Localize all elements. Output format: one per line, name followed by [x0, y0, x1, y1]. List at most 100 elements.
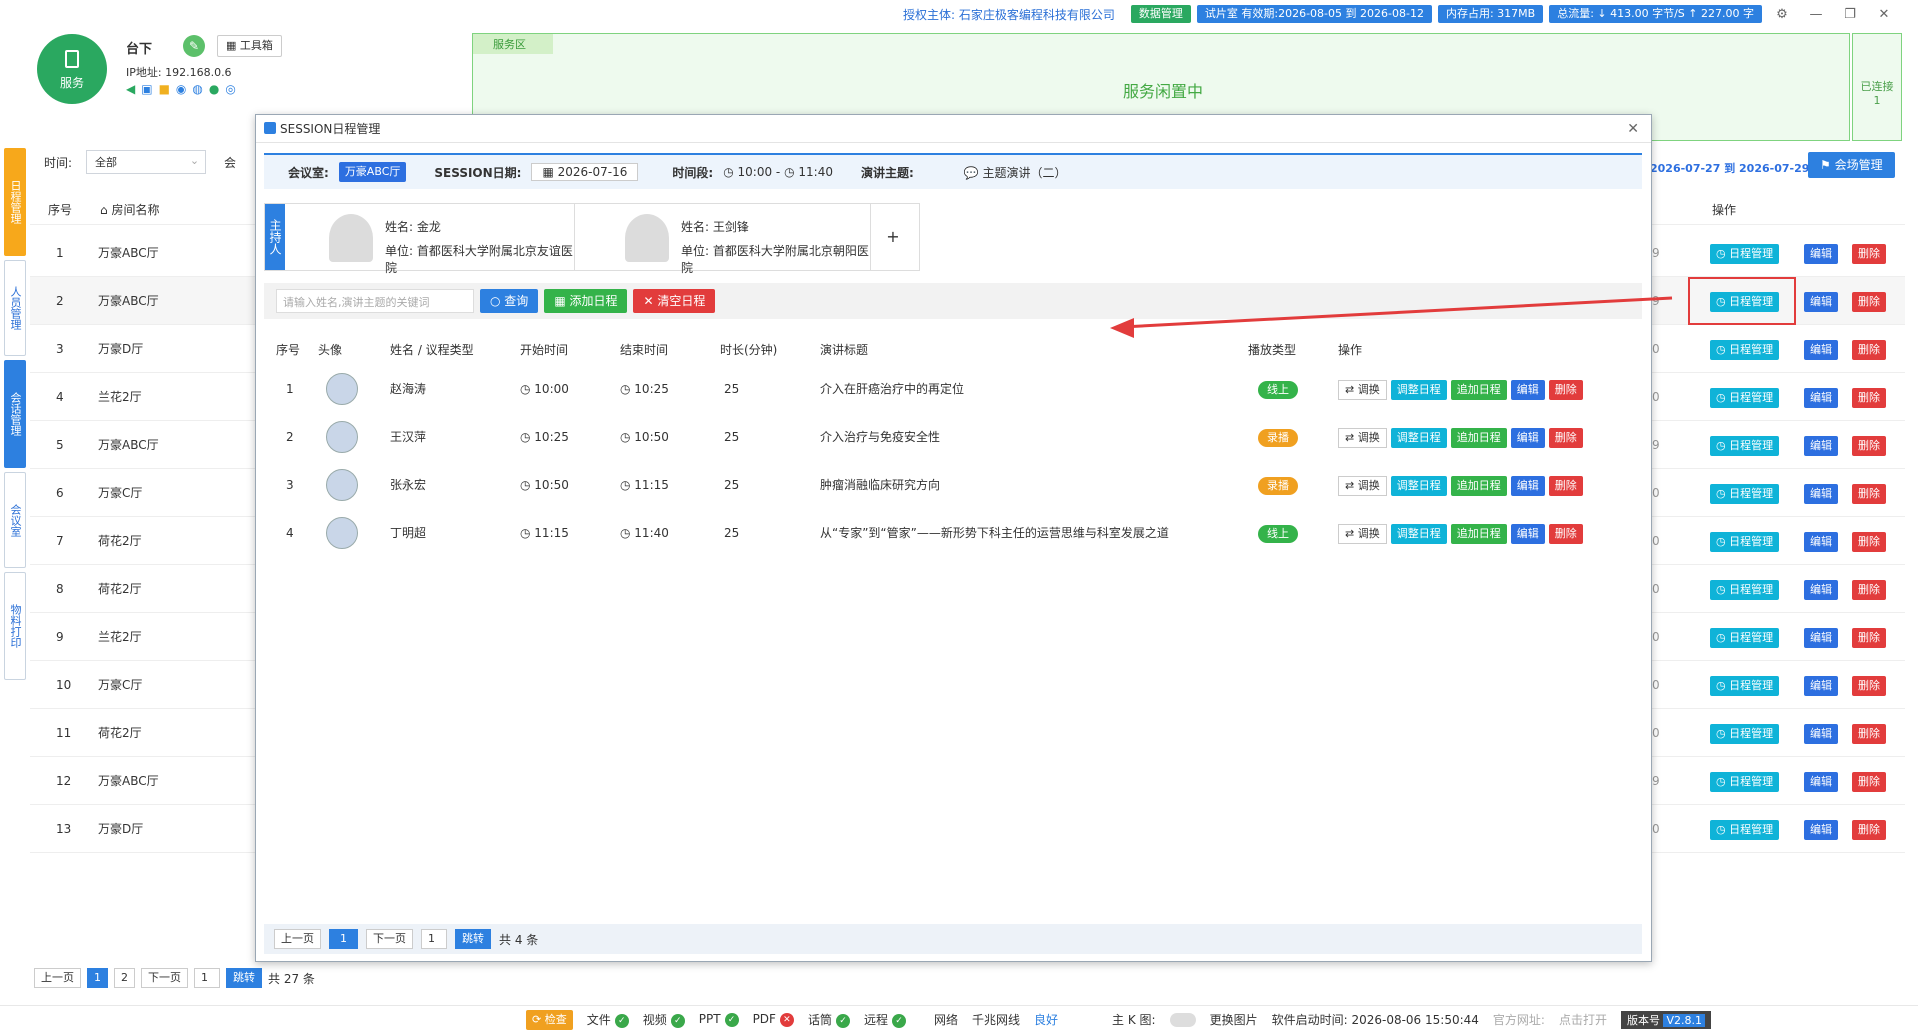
- edit-button[interactable]: 编辑: [1804, 580, 1838, 600]
- swap-button[interactable]: ⇄ 调换: [1338, 475, 1387, 496]
- minimize-icon[interactable]: —: [1802, 7, 1830, 22]
- edit-button[interactable]: 编辑: [1510, 523, 1545, 544]
- delete-button[interactable]: 删除: [1852, 628, 1886, 648]
- edit-button[interactable]: 编辑: [1510, 379, 1545, 400]
- settings-icon[interactable]: ⚙: [1768, 7, 1796, 22]
- delete-button[interactable]: 删除: [1852, 676, 1886, 696]
- speaker-icon[interactable]: ◀: [126, 82, 135, 96]
- adjust-schedule-button[interactable]: 调整日程: [1390, 379, 1447, 400]
- delete-button[interactable]: 删除: [1852, 436, 1886, 456]
- edit-button[interactable]: 编辑: [1510, 427, 1545, 448]
- nav-room[interactable]: 会议室: [4, 472, 26, 568]
- adjust-schedule-button[interactable]: 调整日程: [1390, 523, 1447, 544]
- schedule-mgmt-button[interactable]: ◷ 日程管理: [1710, 388, 1780, 408]
- edit-button[interactable]: 编辑: [1804, 820, 1838, 840]
- table-row[interactable]: 2 王汉萍 ◷ 10:25 ◷ 10:50 25 介入治疗与免疫安全性 录播 ⇄ 调换 调整日程…: [264, 413, 1642, 461]
- adjust-schedule-button[interactable]: 调整日程: [1390, 427, 1447, 448]
- page-2-button[interactable]: 2: [114, 968, 135, 988]
- schedule-mgmt-button[interactable]: ◷ 日程管理: [1710, 724, 1780, 744]
- monitor-icon[interactable]: ▣: [141, 82, 152, 96]
- time-select[interactable]: 全部 ⌄: [86, 150, 207, 174]
- append-schedule-button[interactable]: 追加日程: [1450, 523, 1507, 544]
- host-card[interactable]: 姓名: 王剑锋 单位: 首都医科大学附属北京朝阳医院: [581, 204, 871, 275]
- edit-button[interactable]: 编辑: [1804, 244, 1838, 264]
- delete-button[interactable]: 删除: [1548, 427, 1583, 448]
- append-schedule-button[interactable]: 追加日程: [1450, 379, 1507, 400]
- edit-button[interactable]: 编辑: [1804, 628, 1838, 648]
- schedule-mgmt-button[interactable]: ◷ 日程管理: [1710, 820, 1780, 840]
- delete-button[interactable]: 删除: [1852, 820, 1886, 840]
- nav-people[interactable]: 人员管理: [4, 260, 26, 356]
- edit-button[interactable]: 编辑: [1804, 772, 1838, 792]
- page-1-button[interactable]: 1: [329, 929, 358, 949]
- delete-button[interactable]: 删除: [1548, 523, 1583, 544]
- adjust-schedule-button[interactable]: 调整日程: [1390, 475, 1447, 496]
- delete-button[interactable]: 删除: [1548, 379, 1583, 400]
- delete-button[interactable]: 删除: [1852, 484, 1886, 504]
- network-icon[interactable]: ◉: [176, 82, 186, 96]
- check-button[interactable]: ⟳ 检查: [526, 1009, 573, 1030]
- append-schedule-button[interactable]: 追加日程: [1450, 427, 1507, 448]
- append-schedule-button[interactable]: 追加日程: [1450, 475, 1507, 496]
- prev-page-button[interactable]: 上一页: [34, 968, 81, 988]
- add-host-button[interactable]: +: [877, 204, 909, 270]
- page-1-button[interactable]: 1: [87, 968, 108, 988]
- schedule-mgmt-button[interactable]: ◷ 日程管理: [1710, 436, 1780, 456]
- date-picker[interactable]: ▦ 2026-07-16: [531, 163, 639, 181]
- delete-button[interactable]: 删除: [1852, 580, 1886, 600]
- restore-icon[interactable]: ❐: [1836, 7, 1864, 22]
- edit-button[interactable]: 编辑: [1804, 388, 1838, 408]
- edit-icon[interactable]: ✎: [183, 35, 205, 57]
- query-button[interactable]: ○ 查询: [480, 289, 539, 313]
- add-schedule-button[interactable]: ▦ 添加日程: [544, 289, 628, 313]
- delete-button[interactable]: 删除: [1852, 532, 1886, 552]
- delete-button[interactable]: 删除: [1852, 244, 1886, 264]
- dialog-close-icon[interactable]: ✕: [1627, 115, 1639, 143]
- edit-button[interactable]: 编辑: [1804, 724, 1838, 744]
- table-row[interactable]: 3 张永宏 ◷ 10:50 ◷ 11:15 25 肿瘤消融临床研究方向 录播 ⇄ 调换 调整日程…: [264, 461, 1642, 509]
- close-icon[interactable]: ✕: [1870, 7, 1898, 22]
- host-card[interactable]: 姓名: 金龙 单位: 首都医科大学附属北京友谊医院: [285, 204, 575, 275]
- goto-button[interactable]: 跳转: [455, 929, 491, 949]
- table-row[interactable]: 1 赵海涛 ◷ 10:00 ◷ 10:25 25 介入在肝癌治疗中的再定位 线上 ⇄ 调换 调整…: [264, 365, 1642, 413]
- delete-button[interactable]: 删除: [1852, 724, 1886, 744]
- delete-button[interactable]: 删除: [1852, 340, 1886, 360]
- next-page-button[interactable]: 下一页: [141, 968, 188, 988]
- swap-button[interactable]: ⇄ 调换: [1338, 523, 1387, 544]
- next-page-button[interactable]: 下一页: [366, 929, 413, 949]
- schedule-mgmt-button[interactable]: ◷ 日程管理: [1710, 772, 1780, 792]
- schedule-mgmt-button[interactable]: ◷ 日程管理: [1710, 340, 1780, 360]
- schedule-mgmt-button[interactable]: ◷ 日程管理: [1710, 532, 1780, 552]
- wechat-icon[interactable]: ●: [209, 82, 219, 96]
- edit-button[interactable]: 编辑: [1804, 340, 1838, 360]
- folder-icon[interactable]: ■: [159, 82, 170, 96]
- search-input[interactable]: 请输入姓名,演讲主题的关键词: [276, 289, 474, 313]
- schedule-mgmt-button[interactable]: ◷ 日程管理: [1710, 628, 1780, 648]
- data-mgmt-button[interactable]: 数据管理: [1130, 5, 1191, 23]
- schedule-mgmt-button[interactable]: ◷ 日程管理: [1710, 484, 1780, 504]
- table-row[interactable]: 4 丁明超 ◷ 11:15 ◷ 11:40 25 从“专家”到“管家”——新形势下科主任的…: [264, 509, 1642, 557]
- website-link[interactable]: 点击打开: [1559, 1011, 1607, 1028]
- toolbox-button[interactable]: ▦ 工具箱: [217, 35, 282, 57]
- schedule-mgmt-button[interactable]: ◷ 日程管理: [1710, 580, 1780, 600]
- search-icon[interactable]: ◎: [225, 82, 235, 96]
- swap-button[interactable]: ⇄ 调换: [1338, 427, 1387, 448]
- goto-page-input[interactable]: 1: [421, 929, 447, 949]
- edit-button[interactable]: 编辑: [1804, 484, 1838, 504]
- venue-mgmt-button[interactable]: ⚑ 会场管理: [1808, 152, 1895, 178]
- nav-schedule[interactable]: 日程管理: [4, 148, 26, 256]
- clear-schedule-button[interactable]: ✕ 清空日程: [633, 289, 716, 313]
- delete-button[interactable]: 删除: [1852, 772, 1886, 792]
- main-k-toggle[interactable]: [1169, 1012, 1196, 1027]
- prev-page-button[interactable]: 上一页: [274, 929, 321, 949]
- goto-page-input[interactable]: 1: [194, 968, 220, 988]
- delete-button[interactable]: 删除: [1852, 292, 1886, 312]
- edit-button[interactable]: 编辑: [1804, 532, 1838, 552]
- edit-button[interactable]: 编辑: [1804, 676, 1838, 696]
- edit-button[interactable]: 编辑: [1804, 292, 1838, 312]
- schedule-mgmt-button[interactable]: ◷ 日程管理: [1710, 244, 1780, 264]
- globe-icon[interactable]: ◍: [192, 82, 202, 96]
- edit-button[interactable]: 编辑: [1510, 475, 1545, 496]
- goto-button[interactable]: 跳转: [226, 968, 262, 988]
- swap-button[interactable]: ⇄ 调换: [1338, 379, 1387, 400]
